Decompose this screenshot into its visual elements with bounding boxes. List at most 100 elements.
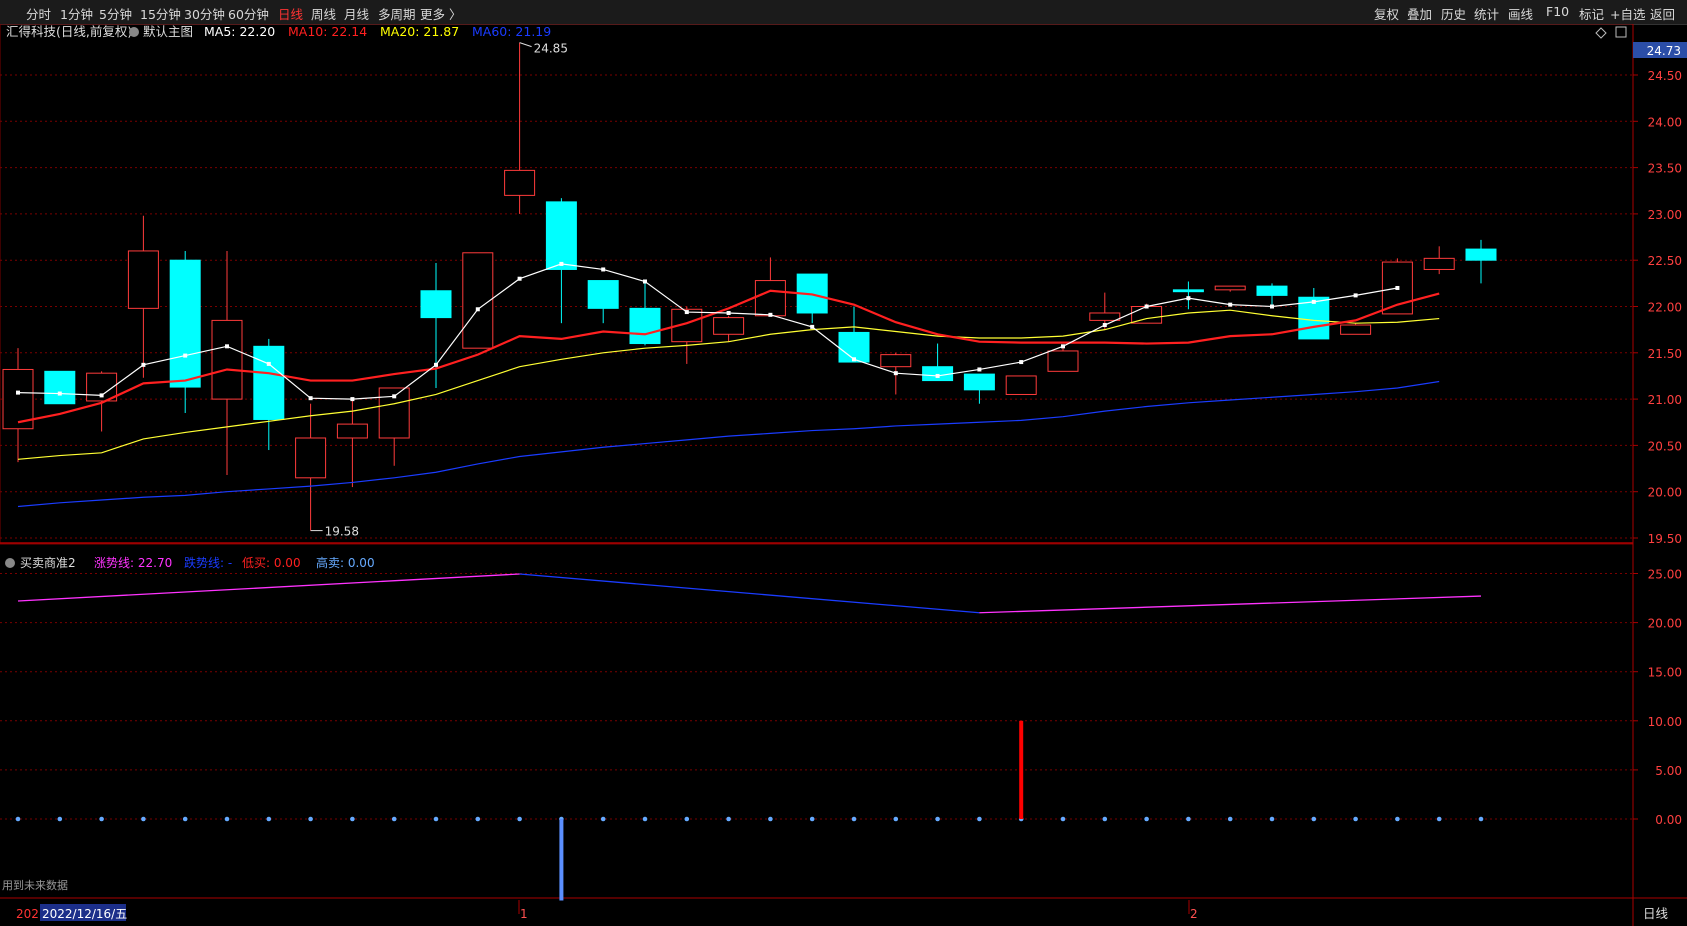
zero-dot [1436,816,1442,822]
toolbar-right-7[interactable]: +自选 [1610,4,1645,23]
candle-body [169,259,201,388]
candle-body [880,354,912,368]
candle-body [1423,257,1455,270]
candle-body [420,290,452,319]
toolbar-right-8[interactable]: 返回 [1650,4,1675,23]
ma-legend-1: MA10: 22.14 [288,24,367,39]
zero-dot [768,816,773,822]
toolbar-tab-9[interactable]: 多周期 [378,4,416,23]
toolbar-right-3[interactable]: 统计 [1474,4,1499,23]
toolbar-tab-7[interactable]: 周线 [311,4,336,23]
toolbar-right-6[interactable]: 标记 [1579,4,1604,23]
indicator-legend-0: 涨势线: 22.70 [94,555,172,570]
toolbar-tab-0[interactable]: 分时 [26,4,51,23]
indicator-legend-3: 高卖: 0.00 [316,555,375,570]
zero-dot [308,816,313,822]
candle-body [336,423,368,439]
toolbar-right-1[interactable]: 叠加 [1407,4,1432,23]
toolbar-tab-1[interactable]: 1分钟 [60,4,93,23]
ma5-line-point [57,391,62,396]
ma5-line-point [601,267,606,272]
zero-dot [684,816,690,822]
zero-dot [1227,816,1233,822]
main-template-label: 默认主图 [143,24,193,39]
zero-dot [1395,816,1400,822]
price-tick-label: 23.00 [1648,208,1682,222]
ma-legend-2: MA20: 21.87 [380,24,459,39]
indicator-tick-label: 10.00 [1648,715,1682,729]
ma5-line-point [517,276,522,281]
ma5-line-point [183,353,188,358]
high-label: 24.85 [534,42,568,56]
low-buy-bar [1019,720,1024,819]
toolbar-tab-5[interactable]: 60分钟 [228,4,269,23]
toolbar-tab-4[interactable]: 30分钟 [184,4,225,23]
price-tick-label: 20.00 [1648,486,1682,500]
ma5-line-point [16,390,20,395]
ma5-line-point [726,310,731,315]
zero-dot [1060,816,1066,822]
ma5-line-point [684,310,689,315]
price-tick-label: 22.00 [1648,301,1682,315]
candle-body [963,373,995,391]
ma5-line-point [977,367,982,372]
zero-dot [809,816,815,822]
toolbar-tab-6[interactable]: 日线 [278,4,303,23]
ma5-line-point [1019,360,1024,365]
zero-dot [600,816,606,822]
diamond-icon[interactable] [1595,27,1607,39]
month-label-1: 1 [520,907,528,921]
price-tick-label: 21.50 [1648,347,1682,361]
indicator-legend-2: 低买: 0.00 [242,556,301,570]
ma5-line-point [1353,293,1358,298]
ma5-line-point [1395,285,1400,290]
low-label: 19.58 [325,525,359,539]
candle-body [1465,248,1497,261]
zero-dot [266,816,272,822]
ma5-line-point [852,357,856,362]
high-sell-bar [559,819,564,901]
toolbar-tab-8[interactable]: 月线 [344,4,369,23]
toolbar-right-0[interactable]: 复权 [1374,4,1399,23]
month-label-2: 2 [1190,907,1198,921]
main-chart-title: 汇得科技(日线,前复权) [6,24,132,39]
zero-dot [1311,816,1317,822]
zero-dot [935,816,940,822]
zero-dot [224,816,230,822]
ma60-line [17,380,1440,508]
ma5-line-point [893,371,898,376]
zero-dot [1353,816,1358,822]
toolbar-tab-2[interactable]: 5分钟 [99,4,132,23]
panel-toggle-icon[interactable] [1615,26,1627,38]
price-tick-label: 24.00 [1648,115,1682,129]
zero-dot [977,816,982,822]
chart-area: 19.5020.0020.5021.0021.5022.0022.5023.00… [0,24,1687,926]
price-tick-label: 23.50 [1648,162,1682,176]
future-data-note: 用到未来数据 [2,878,68,892]
toolbar-tab-10[interactable]: 更多 〉 [420,4,461,23]
indicator-tick-label: 20.00 [1648,617,1682,631]
fall-line [519,573,980,614]
toolbar-right-2[interactable]: 历史 [1441,4,1466,23]
price-tick-label: 24.50 [1648,69,1682,83]
ma5-line-point [810,324,815,329]
ma5-line-point [1061,344,1065,349]
indicator-tick-label: 0.00 [1655,813,1682,827]
price-tick-label: 19.50 [1648,532,1682,546]
toolbar-right-5[interactable]: F10 [1546,4,1569,19]
toolbar-tab-3[interactable]: 15分钟 [140,4,181,23]
rise-line [17,573,520,602]
indicator-legend-1: 跌势线: - [184,555,232,570]
template-dropdown-icon[interactable] [129,27,139,37]
toolbar-right-4[interactable]: 画线 [1508,4,1533,23]
ma-legend-0: MA5: 22.20 [204,24,275,39]
zero-dot [182,816,188,822]
zero-dot [350,816,355,822]
price-tag: 24.73 [1647,44,1681,58]
collapse-icon[interactable] [5,558,15,568]
zero-dot [475,816,481,822]
indicator-tick-label: 25.00 [1648,568,1682,582]
candle-body [922,366,954,382]
candle-body [1256,285,1288,296]
price-tick-label: 21.00 [1648,393,1682,407]
